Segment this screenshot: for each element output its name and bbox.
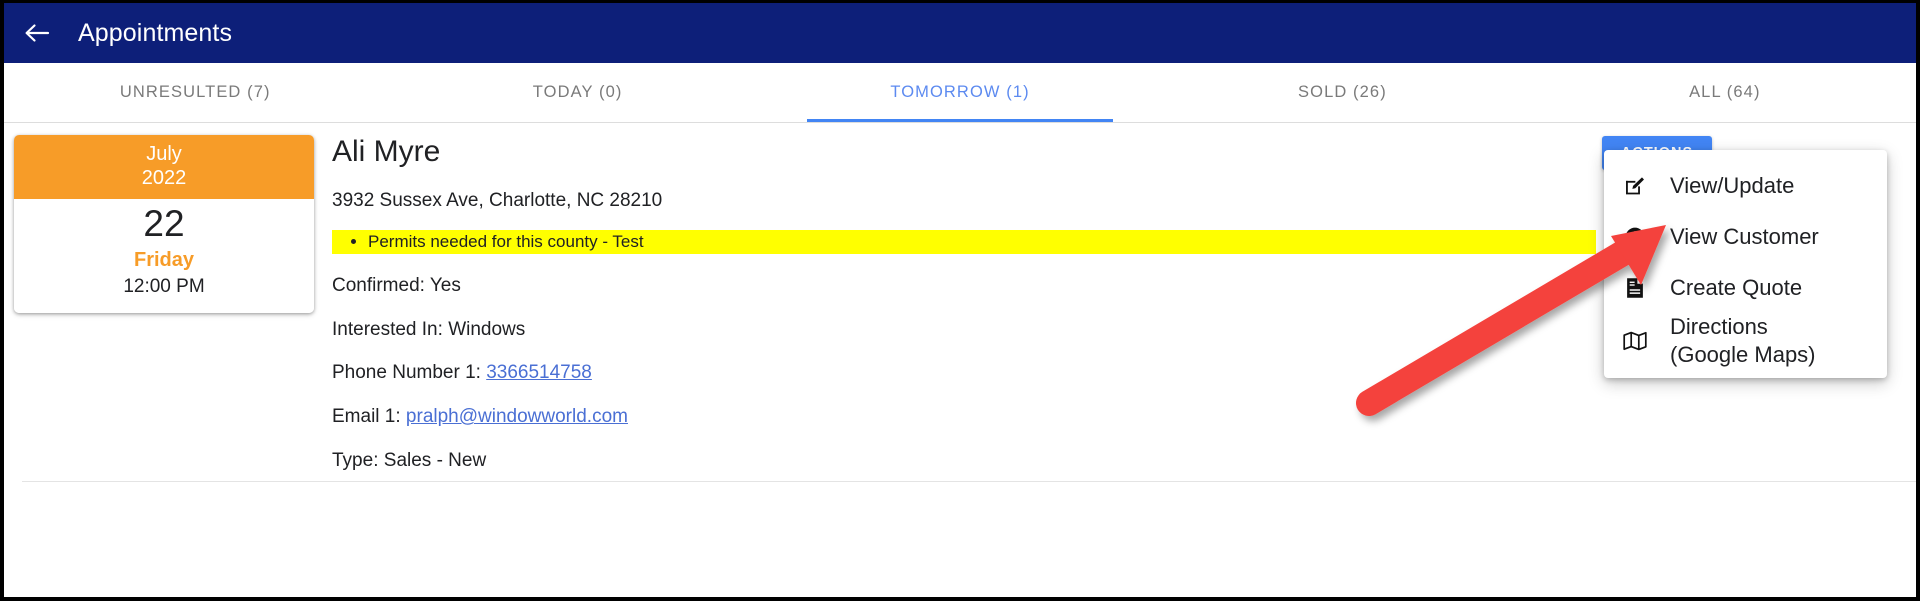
tab-today[interactable]: TODAY (0) <box>386 63 768 122</box>
tab-underline <box>806 119 1114 122</box>
tab-underline <box>1151 119 1533 122</box>
detail-email-1: Email 1: pralph@windowworld.com <box>332 406 1602 429</box>
detail-interested-in: Interested In: Windows <box>332 319 1602 342</box>
note-item: Permits needed for this county - Test <box>368 230 1596 254</box>
tab-label: TODAY (0) <box>532 83 623 101</box>
menu-item-create-quote[interactable]: Create Quote <box>1604 262 1887 313</box>
tab-label: UNRESULTED (7) <box>119 83 271 101</box>
menu-item-directions[interactable]: Directions (Google Maps) <box>1604 313 1887 368</box>
detail-value: Yes <box>429 274 461 296</box>
menu-item-view-update[interactable]: View/Update <box>1604 160 1887 211</box>
date-day-number: 22 <box>143 203 185 245</box>
detail-label: Confirmed: <box>332 274 425 296</box>
tab-label: TOMORROW (1) <box>890 83 1030 101</box>
list-row-divider <box>22 481 1916 482</box>
tab-label: SOLD (26) <box>1298 83 1387 101</box>
date-card-header: July 2022 <box>14 135 314 200</box>
tab-all[interactable]: ALL (64) <box>1534 63 1916 122</box>
date-year: 2022 <box>141 166 187 189</box>
menu-item-label: Create Quote <box>1670 274 1803 300</box>
edit-square-icon <box>1620 175 1650 197</box>
date-card-body: 22 Friday 12:00 PM <box>14 199 314 313</box>
page-title: Appointments <box>78 18 233 47</box>
menu-item-view-customer[interactable]: View Customer <box>1604 211 1887 262</box>
detail-label: Type: <box>332 449 379 471</box>
date-weekday: Friday <box>133 249 195 272</box>
note-list: Permits needed for this county - Test <box>332 230 1596 254</box>
tab-bar: UNRESULTED (7) TODAY (0) TOMORROW (1) SO… <box>4 63 1916 123</box>
tab-unresulted[interactable]: UNRESULTED (7) <box>4 63 386 122</box>
detail-value: Sales - New <box>383 449 487 471</box>
detail-label: Email 1: <box>332 406 401 428</box>
tab-underline <box>386 119 768 122</box>
menu-item-label: View Customer <box>1670 223 1819 249</box>
customer-name: Ali Myre <box>332 135 441 168</box>
detail-value: Windows <box>448 318 526 340</box>
phone-link[interactable]: 3366514758 <box>486 362 592 383</box>
detail-type: Type: Sales - New <box>332 450 1602 473</box>
detail-phone-number-1: Phone Number 1: 3366514758 <box>332 362 1602 385</box>
date-month: July <box>146 143 182 165</box>
document-icon <box>1620 277 1650 299</box>
arrow-left-icon <box>24 22 50 44</box>
app-header: Appointments <box>4 3 1916 63</box>
tab-underline <box>4 119 386 122</box>
back-button[interactable] <box>22 18 52 48</box>
menu-item-label: Directions (Google Maps) <box>1670 314 1816 367</box>
tab-underline <box>1534 119 1916 122</box>
detail-label: Phone Number 1: <box>332 362 481 384</box>
app-window: Appointments UNRESULTED (7) TODAY (0) TO… <box>0 0 1920 601</box>
tab-sold[interactable]: SOLD (26) <box>1151 63 1533 122</box>
account-circle-icon <box>1620 226 1650 248</box>
tab-label: ALL (64) <box>1689 83 1761 101</box>
actions-dropdown-menu: View/Update View Customer Create Quote D… <box>1604 150 1887 378</box>
customer-address: 3932 Sussex Ave, Charlotte, NC 28210 <box>332 190 663 211</box>
detail-label: Interested In: <box>332 318 443 340</box>
detail-confirmed: Confirmed: Yes <box>332 275 1602 298</box>
appointment-date-card[interactable]: July 2022 22 Friday 12:00 PM <box>14 135 314 313</box>
appointment-time: 12:00 PM <box>123 276 205 298</box>
appointment-details: Ali Myre 3932 Sussex Ave, Charlotte, NC … <box>332 135 1602 473</box>
appointment-note-highlight: Permits needed for this county - Test <box>332 229 1596 254</box>
email-link[interactable]: pralph@windowworld.com <box>406 406 628 427</box>
map-icon <box>1620 331 1650 351</box>
tab-tomorrow[interactable]: TOMORROW (1) <box>769 63 1151 122</box>
appointment-list: July 2022 22 Friday 12:00 PM Ali Myre 39… <box>4 123 1916 597</box>
menu-item-label: View/Update <box>1670 172 1795 198</box>
